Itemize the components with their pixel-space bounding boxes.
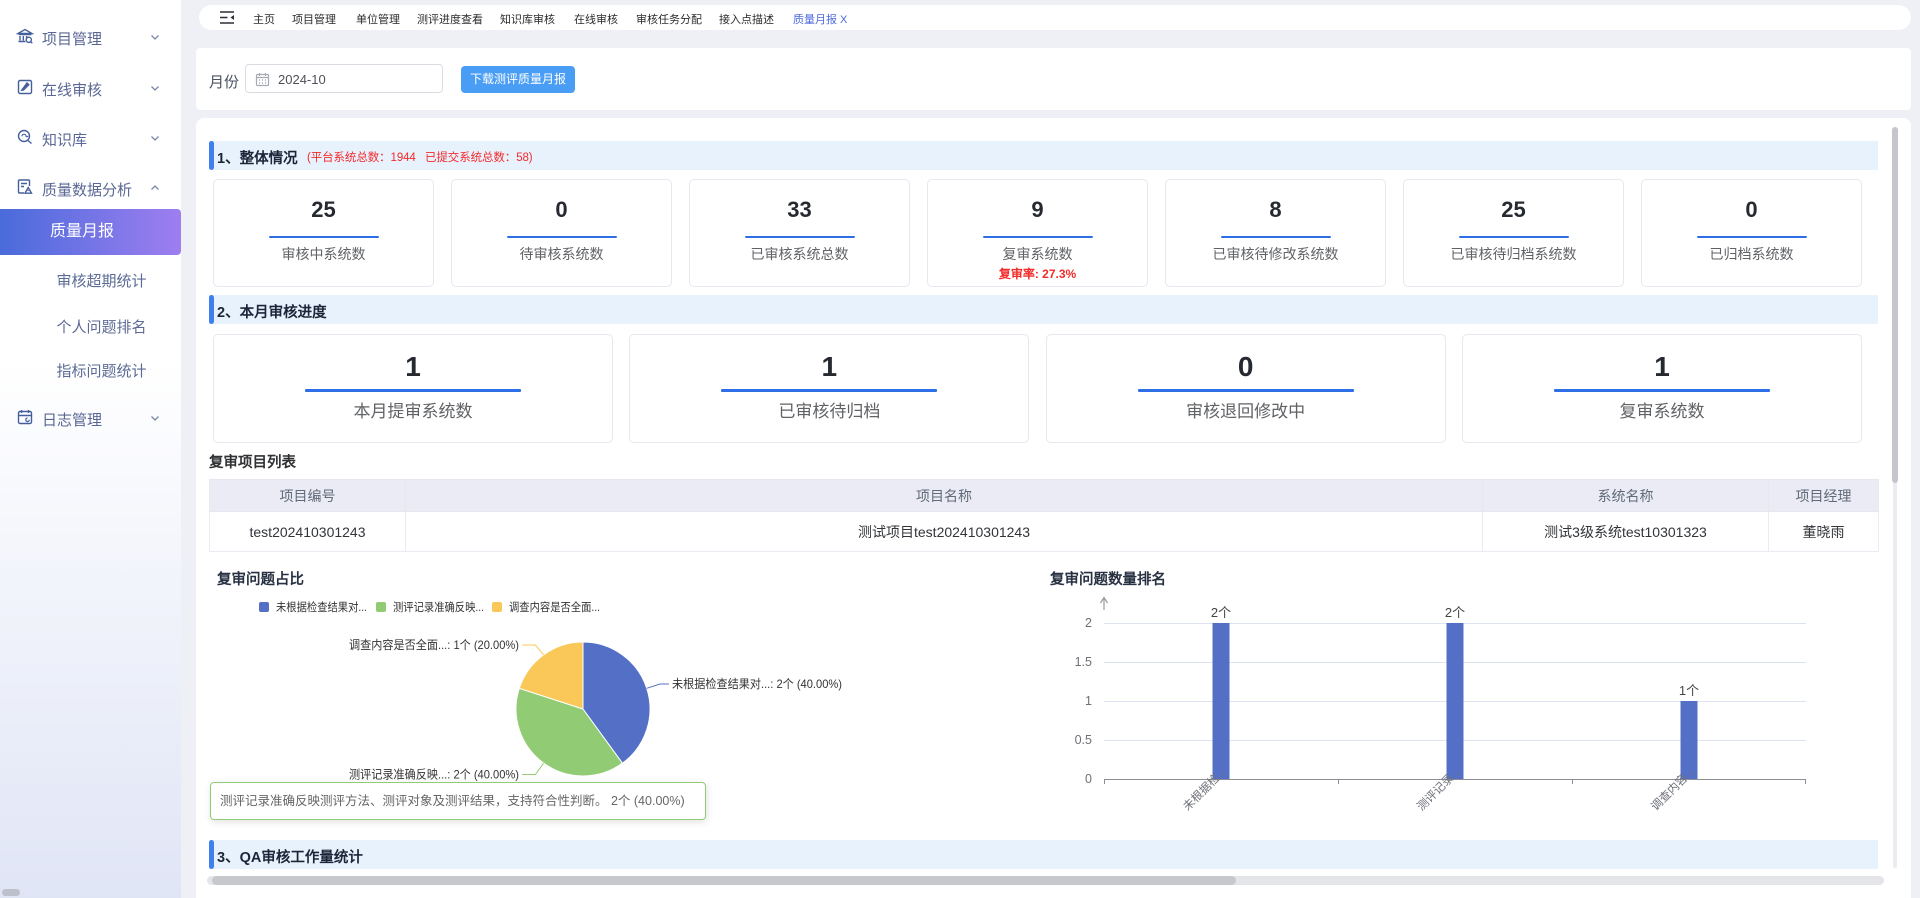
svg-text:2个: 2个 [1445, 605, 1465, 620]
svg-text:测评记录准确反映...: 2个 (40.00%): 测评记录准确反映...: 2个 (40.00%) [349, 768, 519, 782]
svg-text:2: 2 [1085, 616, 1092, 630]
svg-text:0: 0 [1085, 772, 1092, 786]
svg-text:未根据检...: 未根据检... [1180, 764, 1229, 813]
svg-text:未根据检查结果对...: 2个 (40.00%): 未根据检查结果对...: 2个 (40.00%) [672, 676, 842, 691]
svg-text:测评记录...: 测评记录... [1415, 765, 1464, 814]
svg-text:调查内容是否全面...: 调查内容是否全面... [509, 600, 600, 614]
svg-text:1.5: 1.5 [1075, 655, 1092, 669]
svg-text:2个: 2个 [1211, 605, 1231, 620]
svg-text:调查内容是否全面...: 1个 (20.00%): 调查内容是否全面...: 1个 (20.00%) [349, 637, 519, 652]
svg-text:测评记录准确反映...: 测评记录准确反映... [393, 601, 484, 614]
svg-text:未根据检查结果对...: 未根据检查结果对... [276, 600, 367, 614]
svg-text:0.5: 0.5 [1075, 733, 1092, 747]
svg-text:1个: 1个 [1679, 683, 1699, 698]
svg-text:1: 1 [1085, 694, 1092, 708]
svg-text:调查内容...: 调查内容... [1648, 764, 1697, 813]
